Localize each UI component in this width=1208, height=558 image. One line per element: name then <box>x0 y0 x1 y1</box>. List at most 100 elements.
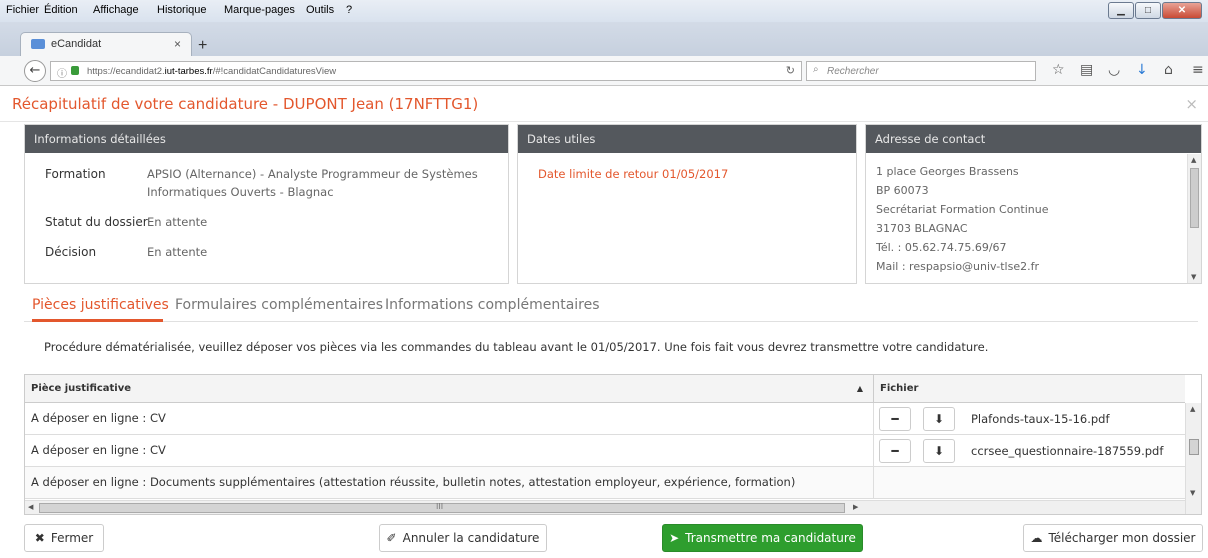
menu-outils[interactable]: Outils <box>306 4 334 16</box>
formation-value-line2: Informatiques Ouverts - Blagnac <box>147 185 334 199</box>
scroll-up-icon[interactable]: ▲ <box>1190 405 1195 413</box>
download-file-button[interactable]: ⬇ <box>923 439 955 463</box>
file-name: Plafonds-taux-15-16.pdf <box>971 412 1110 426</box>
remove-file-button[interactable]: ━ <box>879 407 911 431</box>
file-name: ccrsee_questionnaire-187559.pdf <box>971 444 1164 458</box>
minimize-icon[interactable]: ▁ <box>1108 2 1134 19</box>
column-header-piece-label: Pièce justificative <box>31 383 132 394</box>
table-row[interactable]: A déposer en ligne : Documents supplémen… <box>25 467 1185 499</box>
piece-cell: A déposer en ligne : CV <box>31 443 166 457</box>
close-window-icon[interactable]: ✕ <box>1162 2 1202 19</box>
download-file-button[interactable]: ⬇ <box>923 407 955 431</box>
cancel-button-label: Annuler la candidature <box>402 531 540 545</box>
content-tabs: Pièces justificatives Formulaires complé… <box>24 290 1198 322</box>
cancel-application-button[interactable]: ✐ Annuler la candidature <box>379 524 547 552</box>
contact-line: Mail : respapsio@univ-tlse2.fr <box>876 260 1039 273</box>
contact-line: Tél. : 05.62.74.75.69/67 <box>876 241 1007 254</box>
menu-marque-pages[interactable]: Marque-pages <box>224 4 295 16</box>
details-panel: Informations détaillées Formation APSIO … <box>24 124 509 284</box>
tab-pieces-justificatives[interactable]: Pièces justificatives <box>32 297 169 313</box>
browser-tab-title: eCandidat <box>51 38 102 50</box>
contact-scroll-thumb[interactable] <box>1190 168 1199 228</box>
formation-value-line1: APSIO (Alternance) - Analyste Programmeu… <box>147 167 478 181</box>
date-limite-value: 01/05/2017 <box>662 167 729 181</box>
close-button[interactable]: ✖ Fermer <box>24 524 104 552</box>
menu-edition[interactable]: Édition <box>44 4 78 16</box>
scroll-grip: III <box>436 502 444 511</box>
dates-panel-header: Dates utiles <box>518 125 856 153</box>
table-row[interactable]: A déposer en ligne : CV ━ ⬇ ccrsee_quest… <box>25 435 1185 467</box>
modal-header: Récapitulatif de votre candidature - DUP… <box>0 86 1208 122</box>
tab-strip: eCandidat × + <box>0 22 1208 56</box>
column-header-fichier[interactable]: Fichier <box>874 375 1185 403</box>
scroll-down-icon[interactable]: ▼ <box>1190 489 1195 497</box>
grid-vscroll-thumb[interactable] <box>1189 439 1199 455</box>
pocket-icon[interactable]: ◡ <box>1108 62 1120 78</box>
back-arrow-icon[interactable]: ← <box>24 60 46 82</box>
column-divider <box>873 435 874 467</box>
reading-list-icon[interactable]: ▤ <box>1080 62 1093 78</box>
column-header-piece[interactable]: Pièce justificative ▲ <box>25 375 874 403</box>
menu-icon[interactable]: ≡ <box>1192 62 1204 78</box>
contact-scrollbar[interactable]: ▲ ▼ <box>1187 154 1201 283</box>
contact-panel: Adresse de contact 1 place Georges Brass… <box>865 124 1202 284</box>
menu-fichier[interactable]: Fichier <box>6 4 39 16</box>
dates-panel: Dates utiles Date limite de retour 01/05… <box>517 124 857 284</box>
decision-label: Décision <box>45 245 97 259</box>
search-icon: ⌕ <box>813 64 819 75</box>
submit-application-button[interactable]: ➤ Transmettre ma candidature <box>662 524 863 552</box>
scroll-right-icon[interactable]: ▶ <box>853 503 858 511</box>
tab-informations-complementaires[interactable]: Informations complémentaires <box>385 297 600 313</box>
home-icon[interactable]: ⌂ <box>1164 62 1173 78</box>
url-text: https://ecandidat2.iut-tarbes.fr/#!candi… <box>87 66 337 77</box>
date-limite-label: Date limite de retour <box>538 167 659 181</box>
scroll-left-icon[interactable]: ◀ <box>28 503 33 511</box>
url-bar[interactable]: ⓘ https://ecandidat2.iut-tarbes.fr/#!can… <box>50 61 802 81</box>
info-icon[interactable]: ⓘ <box>57 65 67 80</box>
tab-formulaires-complementaires[interactable]: Formulaires complémentaires <box>175 297 383 313</box>
sort-asc-icon[interactable]: ▲ <box>857 375 863 403</box>
formation-label: Formation <box>45 167 106 181</box>
modal-title: Récapitulatif de votre candidature - DUP… <box>12 95 479 113</box>
search-placeholder: Rechercher <box>827 66 879 77</box>
remove-file-button[interactable]: ━ <box>879 439 911 463</box>
menu-affichage[interactable]: Affichage <box>93 4 139 16</box>
statut-label: Statut du dossier <box>45 215 148 229</box>
favicon-icon <box>31 39 45 49</box>
grid-vertical-scrollbar[interactable]: ▲ ▼ <box>1185 403 1201 514</box>
download-dossier-button[interactable]: ☁ Télécharger mon dossier <box>1023 524 1203 552</box>
contact-line: BP 60073 <box>876 184 929 197</box>
toolbar-icons: ☆ ▤ ◡ ↓ ⌂ ≡ <box>1050 62 1208 80</box>
close-button-label: Fermer <box>50 531 94 545</box>
scroll-up-icon[interactable]: ▲ <box>1191 156 1196 164</box>
menu-help[interactable]: ? <box>346 4 352 16</box>
contact-line: Secrétariat Formation Continue <box>876 203 1049 216</box>
details-panel-header: Informations détaillées <box>25 125 508 153</box>
reload-icon[interactable]: ↻ <box>786 64 795 77</box>
contact-line: 1 place Georges Brassens <box>876 165 1019 178</box>
active-tab-indicator <box>32 319 163 322</box>
modal-close-icon[interactable]: × <box>1185 95 1198 113</box>
new-tab-icon[interactable]: + <box>198 37 207 55</box>
maximize-icon[interactable]: □ <box>1135 2 1161 19</box>
grid-hscroll-thumb[interactable]: III <box>39 502 845 513</box>
window-controls: ▁ □ ✕ <box>1108 2 1202 20</box>
download-button-label: Télécharger mon dossier <box>1048 531 1196 545</box>
column-divider <box>873 467 874 499</box>
lock-icon[interactable] <box>71 66 79 75</box>
scroll-down-icon[interactable]: ▼ <box>1191 273 1196 281</box>
piece-cell: A déposer en ligne : CV <box>31 411 166 425</box>
menu-historique[interactable]: Historique <box>157 4 207 16</box>
decision-value: En attente <box>147 245 208 259</box>
grid-horizontal-scrollbar[interactable]: ◀ III ▶ <box>25 500 1185 514</box>
search-bar[interactable]: ⌕ Rechercher <box>806 61 1036 81</box>
download-icon[interactable]: ↓ <box>1136 62 1148 78</box>
star-icon[interactable]: ☆ <box>1052 62 1065 78</box>
table-row[interactable]: A déposer en ligne : CV ━ ⬇ Plafonds-tau… <box>25 403 1185 435</box>
submit-button-label: Transmettre ma candidature <box>685 531 856 545</box>
tab-close-icon[interactable]: × <box>174 37 181 51</box>
browser-tab[interactable]: eCandidat × <box>20 32 192 56</box>
navigation-bar: ← ⓘ https://ecandidat2.iut-tarbes.fr/#!c… <box>0 56 1208 86</box>
contact-panel-header: Adresse de contact <box>866 125 1201 153</box>
menu-bar: Fichier Édition Affichage Historique Mar… <box>0 0 1208 22</box>
